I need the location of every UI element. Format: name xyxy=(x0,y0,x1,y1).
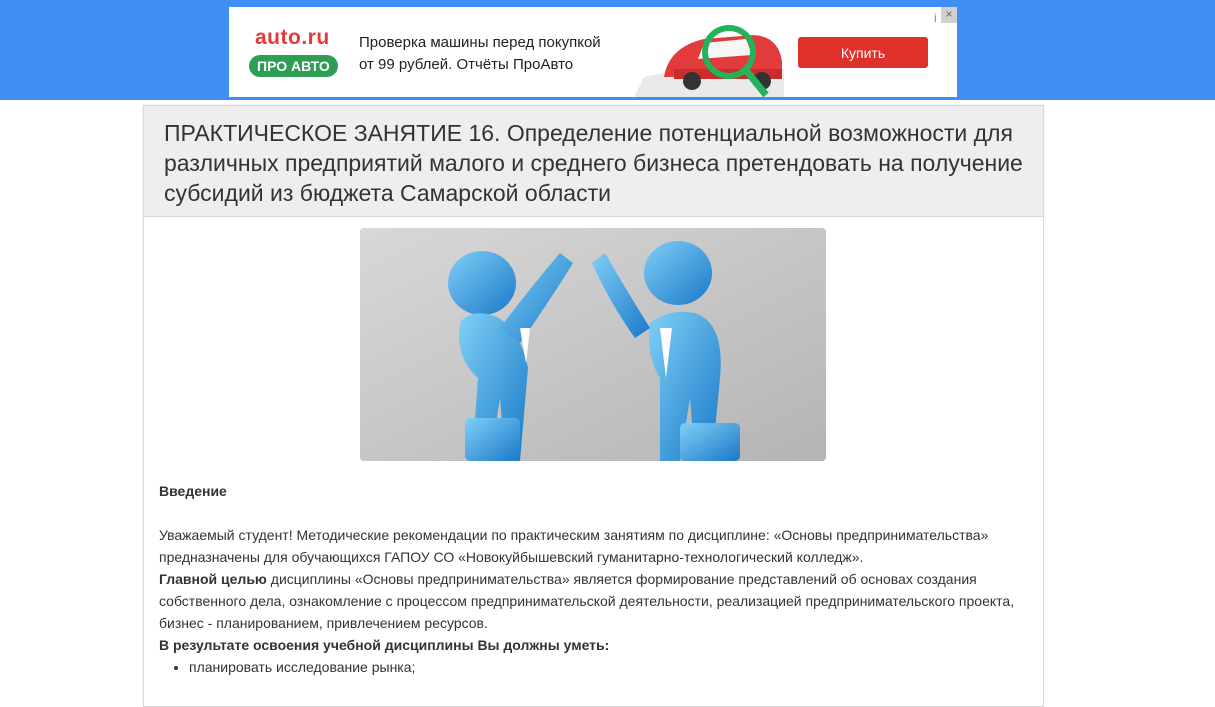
page-title: ПРАКТИЧЕСКОЕ ЗАНЯТИЕ 16. Определение пот… xyxy=(164,120,1023,206)
article-card: ПРАКТИЧЕСКОЕ ЗАНЯТИЕ 16. Определение пот… xyxy=(143,105,1044,707)
car-magnifier-icon xyxy=(634,25,784,97)
ad-badge: ПРО АВТО xyxy=(249,55,338,77)
intro-heading: Введение xyxy=(159,483,227,499)
auto-ru-logo[interactable]: auto.ru ПРО АВТО xyxy=(249,27,349,77)
goal-paragraph: Главной целью дисциплины «Основы предпри… xyxy=(159,568,1029,634)
two-businessmen-high-five-image xyxy=(360,228,826,461)
goal-text: дисциплины «Основы предпринимательства» … xyxy=(159,571,1015,631)
ad-info-icon[interactable]: i xyxy=(934,11,937,25)
skills-heading: В результате освоения учебной дисциплины… xyxy=(159,637,610,653)
intro-paragraph: Уважаемый студент! Методические рекоменд… xyxy=(159,527,989,565)
advertisement-banner[interactable]: auto.ru ПРО АВТО Проверка машины перед п… xyxy=(229,7,957,97)
skills-list: планировать исследование рынка; xyxy=(159,656,1029,678)
close-icon[interactable]: × xyxy=(941,7,957,23)
ad-line-1: Проверка машины перед покупкой xyxy=(359,34,601,51)
article-body: Введение Уважаемый студент! Методические… xyxy=(159,480,1029,678)
ad-text[interactable]: Проверка машины перед покупкой от 99 руб… xyxy=(359,32,649,76)
list-item: планировать исследование рынка; xyxy=(189,656,1029,678)
ad-brand: auto.ru xyxy=(255,26,330,49)
ad-line-2: от 99 рублей. Отчёты ПроАвто xyxy=(359,56,574,73)
article-header: ПРАКТИЧЕСКОЕ ЗАНЯТИЕ 16. Определение пот… xyxy=(144,106,1043,217)
goal-label: Главной целью xyxy=(159,571,267,587)
buy-button[interactable]: Купить xyxy=(798,37,928,68)
